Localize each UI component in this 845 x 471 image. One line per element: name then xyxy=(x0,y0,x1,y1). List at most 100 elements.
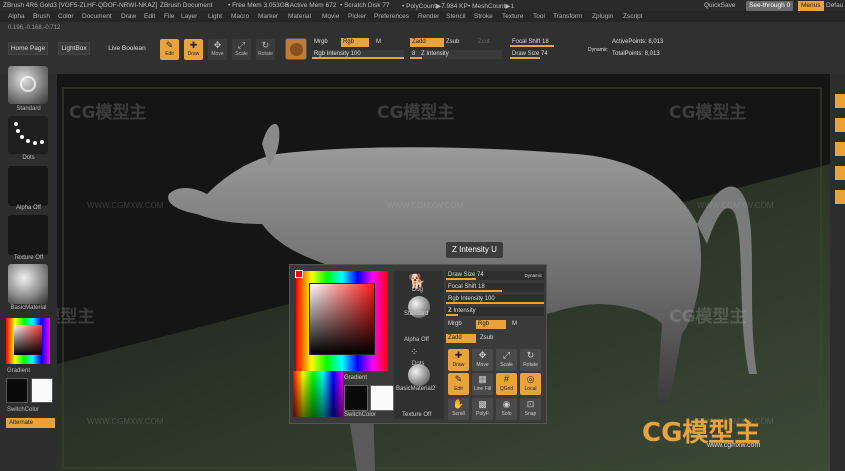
popup-move-button[interactable]: ✥ Move xyxy=(472,349,493,371)
zadd-button[interactable]: Zadd xyxy=(410,38,444,47)
popup-solo-button[interactable]: ◉ Solo xyxy=(496,398,517,420)
popup-z-intensity-slider[interactable]: Z Intensity xyxy=(446,307,544,316)
popup-draw-button[interactable]: ✚ Draw xyxy=(448,349,469,371)
zsub-button[interactable]: Zsub xyxy=(444,38,474,47)
right-tab-5[interactable] xyxy=(835,190,845,204)
popup-focal-shift-slider[interactable]: Focal Shift 18 xyxy=(446,283,544,292)
m-button[interactable]: M xyxy=(374,38,384,47)
menu-layer[interactable]: Layer xyxy=(181,13,197,20)
popup-secondary-color[interactable] xyxy=(370,385,394,411)
popup-zsub-button[interactable]: Zsub xyxy=(478,334,508,343)
right-tab-2[interactable] xyxy=(835,118,845,132)
scratch-disk: • Scratch Disk 77 xyxy=(340,2,390,9)
popup-rotate-button[interactable]: ↻ Rotate xyxy=(520,349,541,371)
menu-picker[interactable]: Picker xyxy=(348,13,366,20)
menu-preferences[interactable]: Preferences xyxy=(374,13,409,20)
popup-main-color[interactable] xyxy=(344,385,368,411)
material-thumb[interactable] xyxy=(8,264,48,304)
menu-movie[interactable]: Movie xyxy=(322,13,339,20)
menu-brush[interactable]: Brush xyxy=(33,13,50,20)
texture-thumb[interactable] xyxy=(8,215,48,255)
rgb-intensity-slider[interactable]: Rgb Intensity 100 xyxy=(312,50,404,59)
menu-file[interactable]: File xyxy=(164,13,174,20)
watermark-url-3: WWW.CGMXW.COM xyxy=(697,201,774,210)
popup-color-indicator xyxy=(295,270,303,278)
menu-marker[interactable]: Marker xyxy=(258,13,278,20)
menu-stencil[interactable]: Stencil xyxy=(446,13,466,20)
popup-edit-button[interactable]: ✎ Edit xyxy=(448,373,469,395)
free-mem: • Free Mem 3.053GB xyxy=(228,2,290,9)
secondary-color-swatch[interactable] xyxy=(31,378,53,403)
dynamic-toggle[interactable]: Dynamic xyxy=(588,47,607,53)
mesh-count: • MeshCount▶1 xyxy=(468,3,514,10)
popup-qgrid-button[interactable]: # QGrid xyxy=(496,373,517,395)
popup-texture-label[interactable]: Texture Off xyxy=(402,412,431,418)
menu-color[interactable]: Color xyxy=(58,13,74,20)
brush-standard-thumb[interactable] xyxy=(8,66,48,104)
right-tab-3[interactable] xyxy=(835,142,845,156)
menu-zscript[interactable]: Zscript xyxy=(623,13,643,20)
menus-button[interactable]: Menus xyxy=(798,1,824,11)
popup-mrgb-button[interactable]: Mrgb xyxy=(446,320,472,329)
menu-transform[interactable]: Transform xyxy=(553,13,582,20)
move-button[interactable]: ✥ Move xyxy=(208,39,227,60)
rgb-button[interactable]: Rgb xyxy=(341,38,369,47)
z-intensity-slider[interactable]: 8 Z Intensity xyxy=(410,50,502,59)
popup-switch-color[interactable]: SwitchColor xyxy=(344,412,376,418)
popup-line-fill-button[interactable]: ▦ Line Fill xyxy=(472,373,493,395)
popup-color-square[interactable] xyxy=(309,283,375,355)
menu-material[interactable]: Material xyxy=(288,13,311,20)
menu-macro[interactable]: Macro xyxy=(231,13,249,20)
menu-edit[interactable]: Edit xyxy=(144,13,155,20)
alpha-thumb[interactable] xyxy=(8,166,48,206)
menu-stroke[interactable]: Stroke xyxy=(474,13,493,20)
popup-zadd-button[interactable]: Zadd xyxy=(446,334,476,343)
color-picker-hue[interactable] xyxy=(6,318,50,364)
stroke-dots-thumb[interactable] xyxy=(8,116,48,154)
menu-texture[interactable]: Texture xyxy=(502,13,523,20)
total-points-readout: TotalPoints: 8,013 xyxy=(612,51,660,57)
quicksave-button[interactable]: QuickSave xyxy=(704,2,735,9)
home-page-button[interactable]: Home Page xyxy=(8,42,48,55)
color-picker-square[interactable] xyxy=(14,325,42,355)
switch-color-button[interactable]: SwitchColor xyxy=(7,407,64,413)
zcut-button[interactable]: Zcut xyxy=(476,38,500,47)
popup-scroll-button[interactable]: ✋ Scroll xyxy=(448,398,469,420)
menu-document[interactable]: Document xyxy=(82,13,112,20)
menu-draw[interactable]: Draw xyxy=(121,13,136,20)
scale-button[interactable]: ⤢ Scale xyxy=(232,39,251,60)
menu-light[interactable]: Light xyxy=(208,13,222,20)
material-swatch[interactable] xyxy=(285,38,307,60)
see-through-slider[interactable]: See-through 0 xyxy=(746,1,794,11)
popup-material-thumb[interactable] xyxy=(408,364,430,386)
popup-rgb-intensity-slider[interactable]: Rgb Intensity 100 xyxy=(446,295,544,304)
popup-m-button[interactable]: M xyxy=(510,320,522,329)
menu-render[interactable]: Render xyxy=(418,13,439,20)
menu-zplugin[interactable]: Zplugin xyxy=(592,13,613,20)
right-tab-1[interactable] xyxy=(835,94,845,108)
popup-local-button[interactable]: ◎ Local xyxy=(520,373,541,395)
popup-hue-strip[interactable] xyxy=(293,371,343,417)
mrgb-button[interactable]: Mrgb xyxy=(312,38,338,47)
main-color-swatch[interactable] xyxy=(6,378,28,403)
popup-polyf-button[interactable]: ▩ PolyF xyxy=(472,398,493,420)
focal-shift-slider[interactable]: Focal Shift 18 xyxy=(510,38,582,47)
draw-size-slider[interactable]: Draw Size 74 xyxy=(510,50,582,59)
rotate-button[interactable]: ↻ Rotate xyxy=(256,39,275,60)
popup-snap-button[interactable]: ⊡ Snap xyxy=(520,398,541,420)
popup-rgb-button[interactable]: Rgb xyxy=(476,320,506,329)
live-boolean-button[interactable]: Live Boolean xyxy=(104,42,150,55)
popup-dots-icon[interactable]: ⁘ xyxy=(410,347,418,358)
edit-button[interactable]: ✎ Edit xyxy=(160,39,179,60)
right-tab-4[interactable] xyxy=(835,166,845,180)
alternate-button[interactable]: Alternate xyxy=(6,418,55,428)
lightbox-button[interactable]: LightBox xyxy=(58,42,90,55)
menu-tool[interactable]: Tool xyxy=(533,13,545,20)
popup-scale-button[interactable]: ⤢ Scale xyxy=(496,349,517,371)
default-script-button[interactable]: Defau xyxy=(826,2,843,9)
menu-alpha[interactable]: Alpha xyxy=(8,13,25,20)
local-icon: ◎ xyxy=(526,374,535,384)
popup-alpha-label[interactable]: Alpha Off xyxy=(404,337,429,343)
popup-draw-size-slider[interactable]: Draw Size 74 Dynamic xyxy=(446,271,544,280)
draw-button[interactable]: ✚ Draw xyxy=(184,39,203,60)
